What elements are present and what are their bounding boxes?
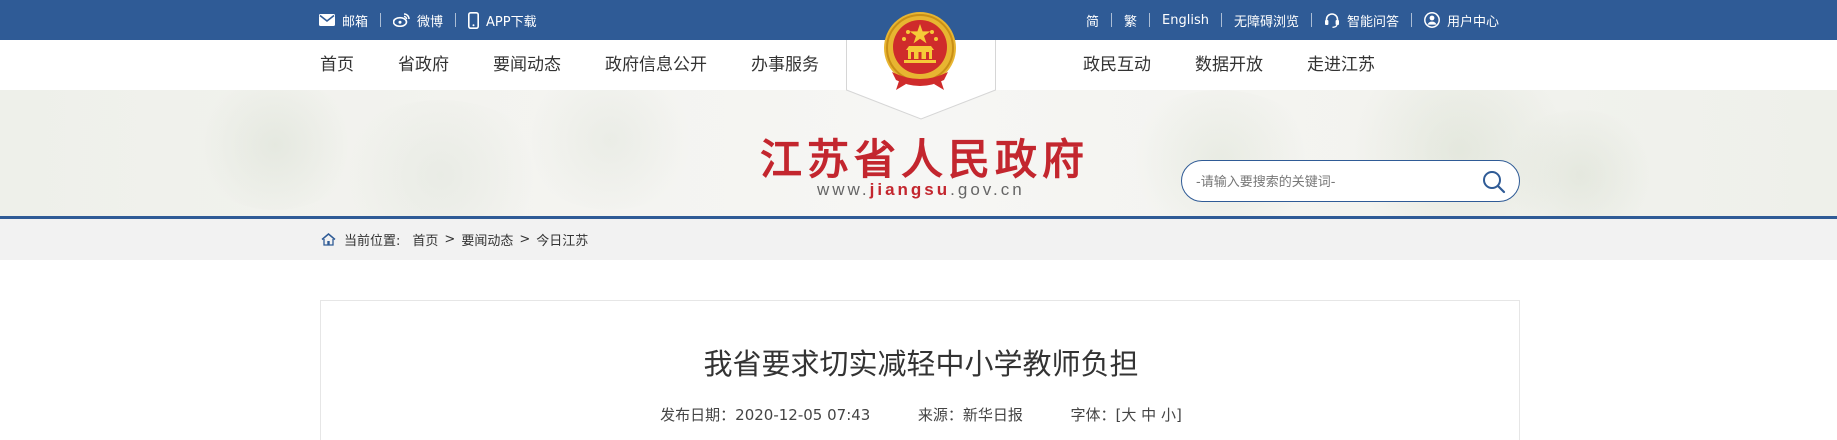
topbar-mail-link[interactable]: 邮箱 [319,11,368,30]
home-icon [321,233,336,246]
topbar-divider [1220,13,1222,27]
headset-icon [1325,13,1339,28]
publish-date-label: 发布日期： [660,406,736,424]
site-url-suffix: .gov.cn [950,180,1025,199]
phone-icon [468,11,480,29]
publish-date: 2020-12-05 07:43 [735,406,871,424]
breadcrumb-news[interactable]: 要闻动态 [461,230,513,249]
site-title: 江苏省人民政府 [760,135,1090,184]
topbar-app-download-link[interactable]: APP下载 [468,11,537,30]
source-value: 新华日报 [962,406,1023,424]
topbar-right-links: 简 繁 English 无障碍浏览 智能问答 用户中心 [1086,0,1499,40]
site-url-prefix: www. [817,180,870,199]
topbar-divider [1411,13,1413,27]
topbar-divider [455,13,457,27]
nav-item-about-jiangsu[interactable]: 走进江苏 [1307,40,1375,90]
nav-item-news[interactable]: 要闻动态 [493,40,561,90]
article-card: 我省要求切实减轻中小学教师负担 发布日期：2020-12-05 07:43 来源… [320,300,1520,440]
search-box [1181,160,1520,202]
topbar-traditional-link[interactable]: 繁 [1124,11,1137,30]
font-size-label: 字体： [1070,406,1116,424]
topbar-weibo-link[interactable]: 微博 [393,11,443,30]
topbar-divider [1311,13,1312,27]
topbar-divider [1111,13,1113,27]
article-meta: 发布日期：2020-12-05 07:43 来源：新华日报 字体：[大 中 小] [321,404,1521,425]
topbar-user-center-link[interactable]: 用户中心 [1424,11,1499,30]
breadcrumb-separator: > [519,232,531,247]
breadcrumb-label: 当前位置: [344,234,401,249]
search-icon [1483,171,1506,194]
breadcrumb: 当前位置: 首页 > 要闻动态 > 今日江苏 [321,219,588,260]
topbar-accessibility-label: 无障碍浏览 [1233,14,1299,30]
topbar-smart-qa-link[interactable]: 智能问答 [1324,11,1399,30]
nav-item-services[interactable]: 办事服务 [751,40,819,90]
search-button[interactable] [1481,169,1507,195]
nav-item-information-disclosure[interactable]: 政府信息公开 [605,40,707,90]
banner-decoration [330,100,550,216]
topbar-accessibility-link[interactable]: 无障碍浏览 [1234,11,1299,30]
search-input[interactable] [1196,171,1466,193]
topbar-mail-label: 邮箱 [342,14,369,30]
topbar-english-link[interactable]: English [1162,13,1209,28]
font-size-small[interactable]: 小 [1161,404,1176,425]
font-size-medium[interactable]: 中 [1141,404,1156,425]
article-title: 我省要求切实减轻中小学教师负担 [703,347,1139,381]
site-url: www.jiangsu.gov.cn [817,180,1025,200]
source-label: 来源： [917,406,963,424]
national-emblem-logo [884,12,956,90]
breadcrumb-home[interactable]: 首页 [412,230,438,249]
user-icon [1424,12,1440,28]
nav-item-interaction[interactable]: 政民互动 [1083,40,1151,90]
breadcrumb-bar: 当前位置: 首页 > 要闻动态 > 今日江苏 [0,219,1837,260]
nav-item-open-data[interactable]: 数据开放 [1195,40,1263,90]
topbar-simplified-label: 简 [1086,14,1100,30]
font-size-bracket-close: ] [1175,406,1182,424]
weibo-icon [393,13,410,27]
topbar-divider [380,13,382,27]
topbar-english-label: English [1162,12,1209,28]
nav-item-home[interactable]: 首页 [320,40,354,90]
topbar-app-download-label: APP下载 [486,14,537,30]
site-url-highlight: jiangsu [869,180,951,199]
nav-item-provincial-government[interactable]: 省政府 [398,40,449,90]
topbar-divider [1149,13,1151,27]
topbar-smart-qa-label: 智能问答 [1347,14,1400,30]
breadcrumb-separator: > [444,232,456,247]
breadcrumb-today-jiangsu[interactable]: 今日江苏 [536,230,588,249]
topbar-left-links: 邮箱 微博 APP下载 [319,0,537,40]
topbar-weibo-label: 微博 [417,14,444,30]
topbar-simplified-link[interactable]: 简 [1086,11,1099,30]
topbar-user-center-label: 用户中心 [1447,14,1500,30]
font-size-large[interactable]: 大 [1121,404,1136,425]
mail-icon [319,14,335,26]
topbar-traditional-label: 繁 [1124,14,1138,30]
